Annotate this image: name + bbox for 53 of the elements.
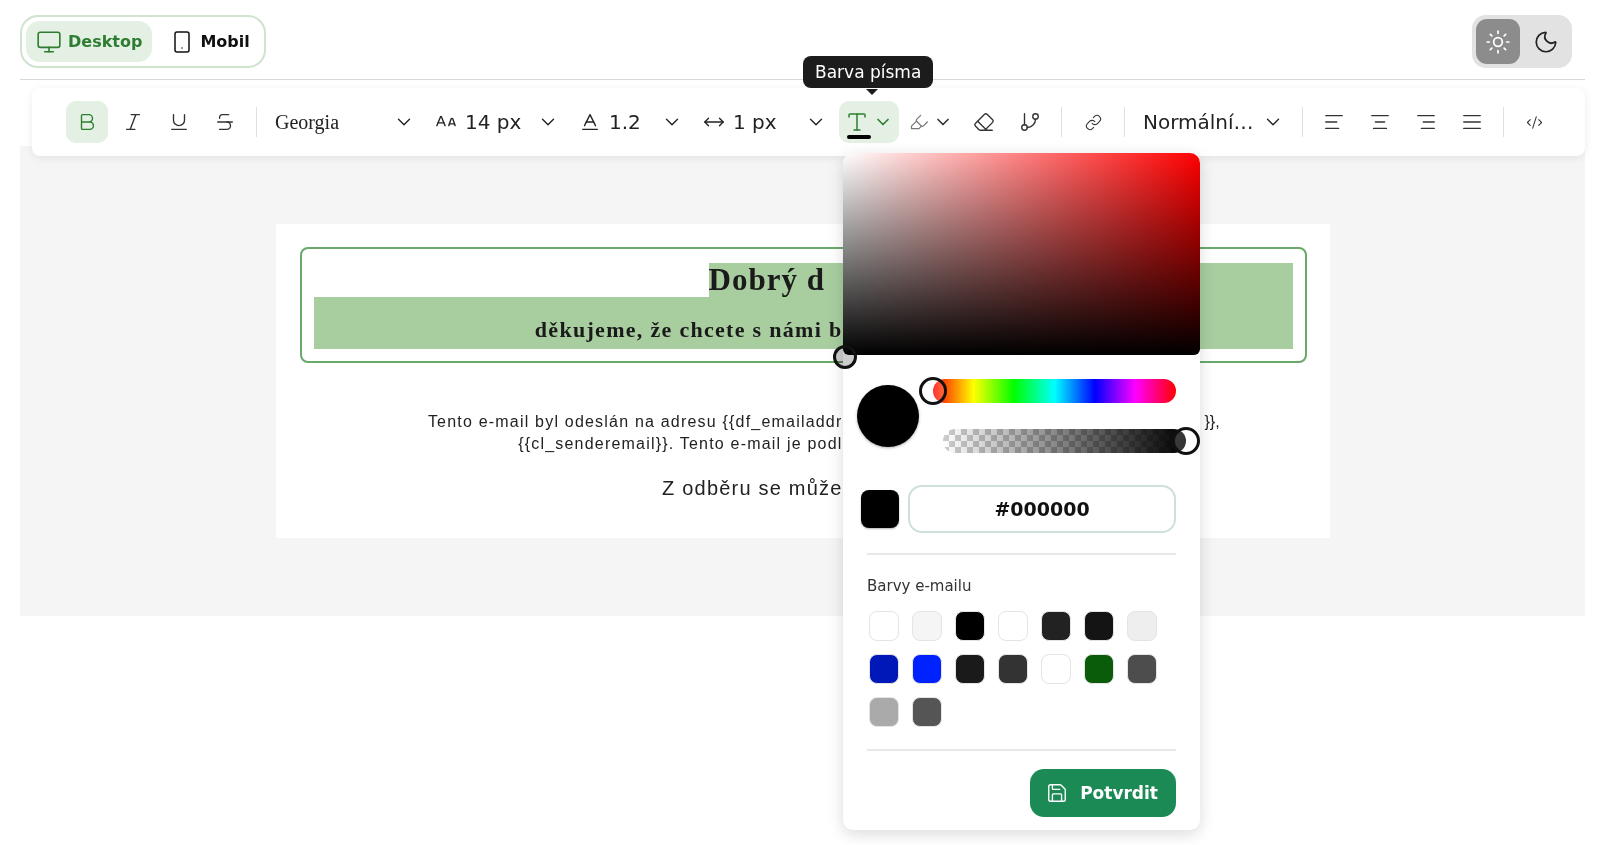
slider-thumb[interactable] — [919, 377, 947, 405]
letter-spacing-dropdown[interactable]: 1 px — [695, 101, 835, 143]
eraser-icon — [973, 111, 995, 133]
color-swatch[interactable] — [869, 697, 899, 727]
device-tab[interactable]: Desktop — [26, 21, 153, 62]
code-icon — [1526, 113, 1544, 131]
sun-icon — [1485, 28, 1511, 55]
confirm-button[interactable]: Potvrdit — [1030, 769, 1176, 817]
block-style-dropdown[interactable]: Normální… — [1135, 101, 1292, 143]
color-swatch[interactable] — [869, 611, 899, 641]
color-swatch[interactable] — [998, 654, 1028, 684]
device-tab[interactable]: Mobil — [160, 21, 260, 62]
footer-text: {{cl_senderemail}}. Tento e-mail je podl — [518, 435, 843, 453]
hex-input[interactable]: #000000 — [908, 485, 1176, 533]
strikethrough-icon — [214, 111, 236, 133]
font-family-dropdown[interactable]: Georgia — [267, 101, 423, 143]
color-swatch[interactable] — [912, 611, 942, 641]
picker-handle[interactable] — [833, 345, 857, 369]
color-swatch[interactable] — [998, 611, 1028, 641]
tooltip: Barva písma — [803, 56, 934, 88]
color-swatch[interactable] — [955, 654, 985, 684]
text-icon — [845, 110, 869, 134]
color-bar — [847, 135, 871, 139]
highlighter-icon — [909, 112, 929, 132]
color-swatch — [861, 490, 899, 528]
color-swatch[interactable] — [912, 697, 942, 727]
font-color-button[interactable] — [839, 101, 899, 143]
color-swatch[interactable] — [912, 654, 942, 684]
underline-icon — [168, 111, 190, 133]
font-size-dropdown[interactable]: 14 px — [427, 101, 567, 143]
branch-icon — [1019, 111, 1041, 133]
bold-button[interactable] — [66, 101, 108, 143]
link-icon — [1084, 113, 1102, 131]
color-swatch[interactable] — [1041, 611, 1071, 641]
slider-thumb[interactable] — [1172, 427, 1200, 455]
moon-icon — [1533, 28, 1559, 55]
color-swatch[interactable] — [1127, 611, 1157, 641]
color-swatch[interactable] — [1084, 611, 1114, 641]
unsubscribe-text: Z odběru se může — [662, 477, 843, 500]
color-swatch[interactable] — [1041, 654, 1071, 684]
footer-text: }}, — [1204, 413, 1220, 431]
monitor-icon — [36, 28, 62, 55]
color-swatch[interactable] — [1127, 654, 1157, 684]
saturation-area[interactable] — [843, 153, 1200, 355]
section-label: Barvy e-mailu — [866, 577, 973, 595]
color-swatch[interactable] — [1084, 654, 1114, 684]
color-preview — [857, 385, 919, 447]
save-icon — [1046, 782, 1069, 804]
line-height-dropdown[interactable]: 1.2 — [571, 101, 691, 143]
text-style-icon — [579, 111, 601, 133]
footer-text: Tento e-mail byl odeslán na adresu {{df_emailaddr — [427, 413, 843, 431]
color-swatch[interactable] — [869, 654, 899, 684]
color-swatch[interactable] — [955, 611, 985, 641]
